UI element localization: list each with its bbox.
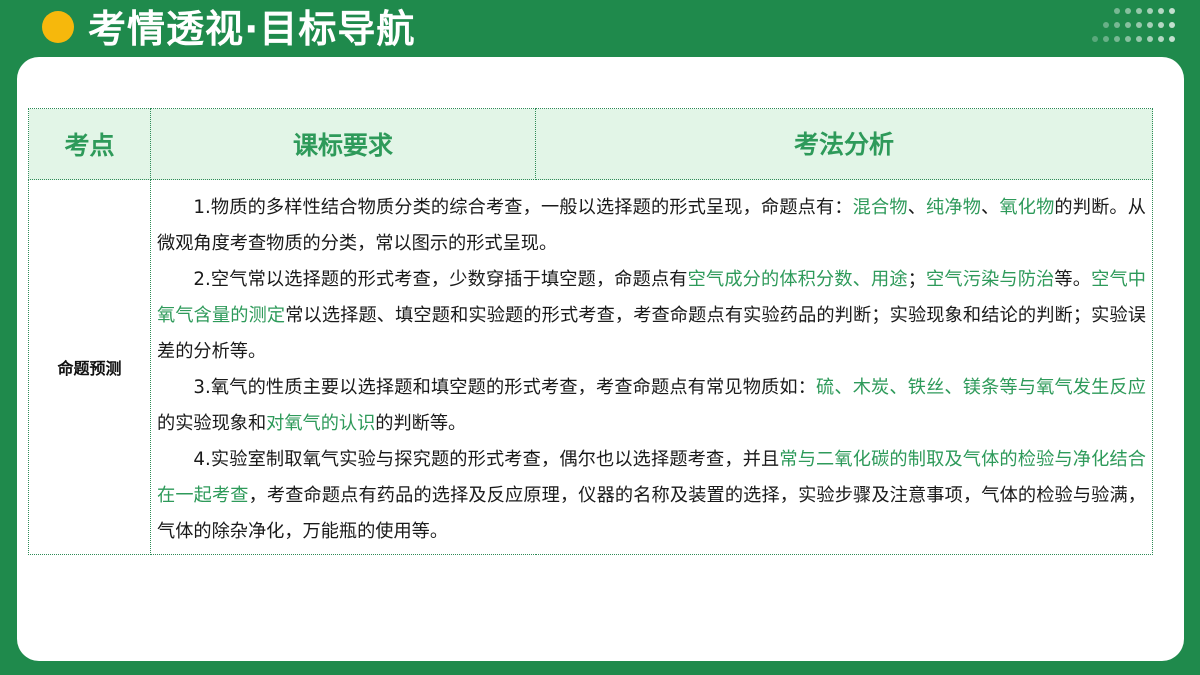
deco-dot <box>1169 22 1175 28</box>
analysis-paragraph: 1.物质的多样性结合物质分类的综合考查，一般以选择题的形式呈现，命题点有：混合物… <box>157 190 1146 262</box>
highlight-text: 硫、木炭、铁丝、镁条等与氧气发生反应 <box>816 377 1146 398</box>
highlight-text: 纯净物 <box>926 197 982 218</box>
exam-analysis-table: 考点 课标要求 考法分析 命题预测 1.物质的多样性结合物质分类的综合考查，一般… <box>28 108 1153 555</box>
body-text: 的实验现象和 <box>157 413 267 434</box>
deco-dot <box>1114 36 1120 42</box>
paragraph-list: 1.物质的多样性结合物质分类的综合考查，一般以选择题的形式呈现，命题点有：混合物… <box>157 190 1146 550</box>
content-panel: 考点 课标要求 考法分析 命题预测 1.物质的多样性结合物质分类的综合考查，一般… <box>17 57 1184 661</box>
deco-dot <box>1136 22 1142 28</box>
header-cell-kaodian: 考点 <box>28 108 151 180</box>
title-bullet-icon <box>42 11 74 43</box>
page-title: 考情透视·目标导航 <box>88 7 416 51</box>
body-text: 常以选择题、填空题和实验题的形式考查，考查命题点有实验药品的判断；实验现象和结论… <box>157 305 1146 362</box>
deco-dot <box>1158 22 1164 28</box>
highlight-text: 氧化物 <box>999 197 1055 218</box>
deco-dot <box>1125 8 1131 14</box>
deco-dot <box>1169 36 1175 42</box>
body-text: 的判断等。 <box>375 413 467 434</box>
deco-dot <box>1125 22 1131 28</box>
analysis-paragraph: 2.空气常以选择题的形式考查，少数穿插于填空题，命题点有空气成分的体积分数、用途… <box>157 262 1146 370</box>
deco-dot <box>1147 8 1153 14</box>
deco-dot <box>1114 22 1120 28</box>
body-text: 、 <box>981 197 1000 218</box>
deco-dot <box>1114 8 1120 14</box>
analysis-paragraph: 3.氧气的性质主要以选择题和填空题的形式考查，考查命题点有常见物质如：硫、木炭、… <box>157 370 1146 442</box>
body-text: 3.氧气的性质主要以选择题和填空题的形式考查，考查命题点有常见物质如： <box>193 377 817 398</box>
body-text: 1.物质的多样性结合物质分类的综合考查，一般以选择题的形式呈现，命题点有： <box>193 197 853 218</box>
deco-dot <box>1158 36 1164 42</box>
body-text: 等。 <box>1054 269 1092 290</box>
header-bar: 考情透视·目标导航 <box>0 0 1200 58</box>
deco-dot <box>1136 36 1142 42</box>
body-text: 2.空气常以选择题的形式考查，少数穿插于填空题，命题点有 <box>193 269 688 290</box>
highlight-text: 对氧气的认识 <box>266 413 376 434</box>
deco-dot <box>1136 8 1142 14</box>
table-header-row: 考点 课标要求 考法分析 <box>28 108 1153 180</box>
body-text: 4.实验室制取氧气实验与探究题的形式考查，偶尔也以选择题考查，并且 <box>193 449 780 470</box>
dot-grid-decoration-icon <box>1092 8 1182 50</box>
header-cell-kebiao: 课标要求 <box>150 108 536 180</box>
highlight-text: 空气污染与防治 <box>925 269 1055 290</box>
row-label: 命题预测 <box>28 179 151 555</box>
header-cell-kaofa: 考法分析 <box>535 108 1153 180</box>
body-text: ； <box>907 269 926 290</box>
highlight-text: 空气成分的体积分数、用途 <box>687 269 908 290</box>
deco-dot <box>1092 36 1098 42</box>
deco-dot <box>1103 22 1109 28</box>
deco-dot <box>1103 36 1109 42</box>
body-text: ，考查命题点有药品的选择及反应原理，仪器的名称及装置的选择，实验步骤及注意事项，… <box>157 485 1146 542</box>
deco-dot <box>1147 36 1153 42</box>
deco-dot <box>1169 8 1175 14</box>
table-row: 命题预测 1.物质的多样性结合物质分类的综合考查，一般以选择题的形式呈现，命题点… <box>28 179 1153 555</box>
analysis-paragraph: 4.实验室制取氧气实验与探究题的形式考查，偶尔也以选择题考查，并且常与二氧化碳的… <box>157 442 1146 550</box>
body-text: 、 <box>907 197 927 218</box>
deco-dot <box>1147 22 1153 28</box>
deco-dot <box>1125 36 1131 42</box>
analysis-content: 1.物质的多样性结合物质分类的综合考查，一般以选择题的形式呈现，命题点有：混合物… <box>150 179 1153 555</box>
highlight-text: 混合物 <box>852 197 908 218</box>
deco-dot <box>1158 8 1164 14</box>
